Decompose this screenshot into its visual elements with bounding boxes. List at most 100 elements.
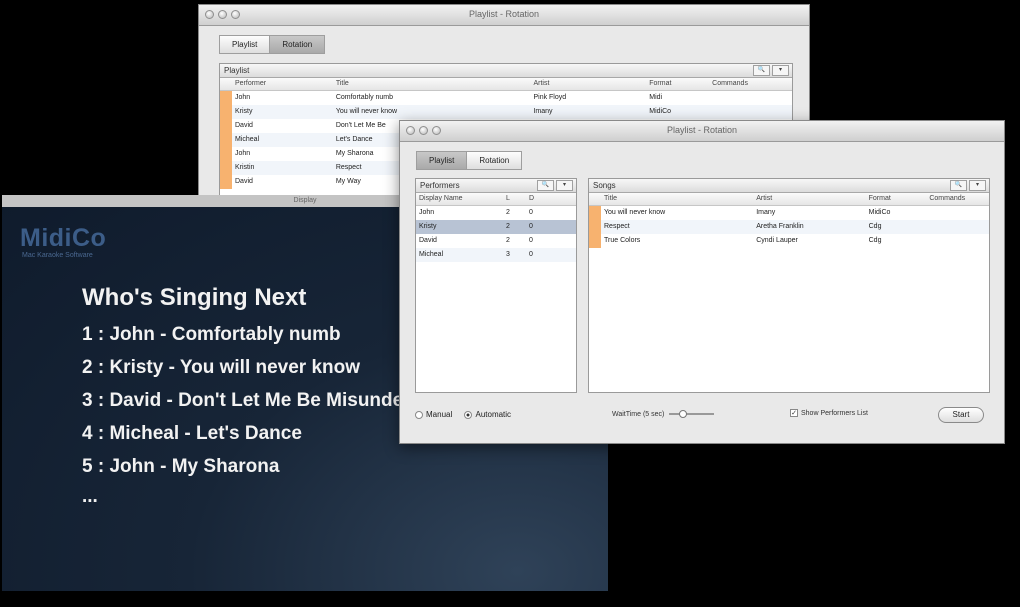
queue-line-2: 2 : Kristy - You will never know (82, 357, 361, 378)
table-cell: 2 (506, 223, 510, 230)
row-marker (589, 206, 601, 220)
col-d[interactable]: D (526, 193, 549, 205)
table-cell: 0 (529, 223, 533, 230)
table-row[interactable]: Kristy You will never know Imany MidiCo (220, 105, 792, 119)
table-cell: 0 (529, 237, 533, 244)
table-cell: MidiCo (649, 108, 672, 115)
col-artist[interactable]: Artist (753, 193, 865, 205)
midico-logo: MidiCo (20, 224, 107, 252)
table-cell: 0 (529, 209, 533, 216)
search-icon[interactable]: 🔍 (753, 65, 770, 76)
table-cell (709, 91, 792, 105)
queue-line-1: 1 : John - Comfortably numb (82, 324, 341, 345)
table-cell: You will never know (604, 209, 666, 216)
table-cell: Cdg (868, 237, 882, 244)
table-cell (926, 220, 989, 234)
table-cell: Comfortably numb (335, 94, 394, 101)
table-cell: 2 (506, 237, 510, 244)
table-cell: You will never know (335, 108, 398, 115)
table-cell: David (235, 122, 253, 129)
row-marker (220, 119, 232, 133)
menu-icon[interactable]: ▾ (556, 180, 573, 191)
table-cell: Midi (649, 94, 663, 101)
wait-time-slider[interactable] (669, 410, 715, 418)
row-marker (220, 161, 232, 175)
singing-next-heading: Who's Singing Next (82, 284, 307, 311)
col-commands[interactable]: Commands (709, 78, 792, 90)
col-commands[interactable]: Commands (926, 193, 989, 205)
automatic-label: Automatic (475, 410, 512, 419)
table-cell: John (419, 209, 435, 216)
tab-playlist[interactable]: Playlist (416, 151, 468, 170)
song-row[interactable]: Respect Aretha Franklin Cdg (589, 220, 989, 234)
song-row[interactable]: You will never know Imany MidiCo (589, 206, 989, 220)
col-display-name[interactable]: Display Name (416, 193, 503, 205)
songs-panel: Songs 🔍 ▾ Title Artist Format Commands Y… (588, 178, 990, 393)
slider-knob[interactable] (679, 410, 688, 418)
window-title: Playlist - Rotation (468, 9, 540, 19)
menu-icon[interactable]: ▾ (772, 65, 789, 76)
automatic-radio[interactable]: Automatic (464, 410, 511, 419)
queue-ellipsis: ... (82, 486, 98, 507)
wait-time-label: WaitTime (5 sec) (612, 410, 665, 418)
show-performers-label: Show Performers List (801, 409, 868, 417)
performer-row[interactable]: Kristy 2 0 (416, 220, 576, 234)
col-format[interactable]: Format (866, 193, 927, 205)
row-marker (589, 234, 601, 248)
start-button[interactable]: Start (938, 407, 984, 423)
table-cell (926, 206, 989, 220)
table-cell (926, 234, 989, 248)
tab-playlist[interactable]: Playlist (219, 35, 271, 54)
front-window-titlebar: Playlist - Rotation (400, 121, 1004, 142)
show-performers-checkbox[interactable]: ✓ Show Performers List (790, 409, 868, 417)
manual-label: Manual (426, 410, 453, 419)
col-title[interactable]: Title (601, 193, 753, 205)
col-performer[interactable]: Performer (232, 78, 333, 90)
col-artist[interactable]: Artist (530, 78, 646, 90)
table-cell: 2 (506, 209, 510, 216)
performer-row[interactable]: John 2 0 (416, 206, 576, 220)
table-cell: Kristy (235, 108, 253, 115)
performer-row[interactable]: David 2 0 (416, 234, 576, 248)
logo-subtitle: Mac Karaoke Software (22, 252, 93, 259)
queue-line-5: 5 : John - My Sharona (82, 456, 280, 477)
tab-rotation[interactable]: Rotation (269, 35, 326, 54)
table-cell: Cyndi Lauper (756, 237, 798, 244)
table-cell: Micheal (419, 251, 444, 258)
table-cell: MidiCo (868, 209, 891, 216)
menu-icon[interactable]: ▾ (969, 180, 986, 191)
table-cell: Cdg (868, 223, 882, 230)
queue-line-4: 4 : Micheal - Let's Dance (82, 423, 302, 444)
table-cell: Kristin (235, 164, 255, 171)
song-row[interactable]: True Colors Cyndi Lauper Cdg (589, 234, 989, 248)
table-cell: Pink Floyd (533, 94, 567, 101)
table-row[interactable]: John Comfortably numb Pink Floyd Midi (220, 91, 792, 105)
search-icon[interactable]: 🔍 (537, 180, 554, 191)
table-cell (709, 105, 792, 119)
performers-title: Performers (420, 181, 460, 190)
table-cell: Imany (756, 209, 776, 216)
table-cell: 3 (506, 251, 510, 258)
col-l[interactable]: L (503, 193, 526, 205)
row-marker (589, 220, 601, 234)
manual-radio[interactable]: Manual (415, 410, 452, 419)
table-cell: John (235, 94, 251, 101)
col-format[interactable]: Format (646, 78, 709, 90)
panel-title: Playlist (224, 66, 250, 75)
table-header: Performer Title Artist Format Commands (220, 78, 792, 91)
col-title[interactable]: Title (333, 78, 531, 90)
tab-rotation[interactable]: Rotation (466, 151, 523, 170)
table-cell: David (235, 178, 253, 185)
row-marker (220, 91, 232, 105)
row-marker (220, 133, 232, 147)
table-cell: Respect (604, 223, 630, 230)
table-cell: Imany (533, 108, 553, 115)
table-cell: 0 (529, 251, 533, 258)
window-title: Playlist - Rotation (666, 125, 738, 135)
row-marker (220, 147, 232, 161)
table-cell: John (235, 150, 251, 157)
performer-row[interactable]: Micheal 3 0 (416, 248, 576, 262)
search-icon[interactable]: 🔍 (950, 180, 967, 191)
front-rotation-window: Playlist - Rotation Playlist Rotation Pe… (399, 120, 1005, 444)
back-window-titlebar: Playlist - Rotation (199, 5, 809, 26)
